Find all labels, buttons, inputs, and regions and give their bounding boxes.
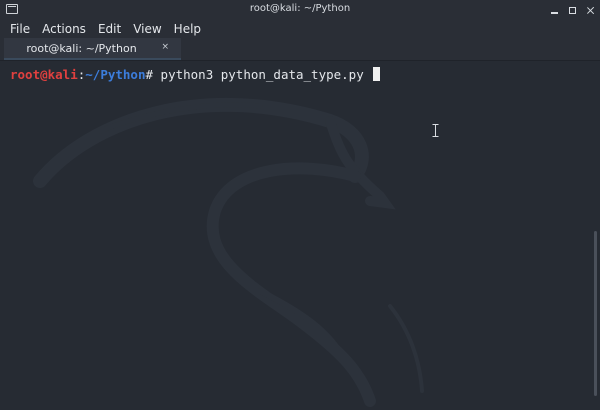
tab-bar: root@kali: ~/Python ×: [0, 38, 600, 60]
menu-actions[interactable]: Actions: [36, 20, 92, 38]
menu-view[interactable]: View: [127, 20, 167, 38]
kali-dragon-watermark-icon: [33, 97, 424, 407]
minimize-icon[interactable]: [549, 5, 560, 16]
tab-terminal-session[interactable]: root@kali: ~/Python ×: [4, 38, 181, 60]
menu-help[interactable]: Help: [168, 20, 207, 38]
terminal-window: root@kali: ~/Python File Actions Edit Vi…: [0, 0, 600, 410]
tab-label: root@kali: ~/Python: [26, 42, 137, 55]
menu-bar: File Actions Edit View Help: [0, 20, 600, 38]
close-window-icon[interactable]: [585, 5, 596, 16]
window-title: root@kali: ~/Python: [249, 3, 351, 14]
prompt-line: root@kali:~/Python# python3 python_data_…: [10, 67, 381, 83]
menu-edit[interactable]: Edit: [92, 20, 127, 38]
window-controls: [549, 2, 596, 18]
tab-close-icon[interactable]: ×: [161, 42, 169, 52]
scrollbar[interactable]: [594, 231, 597, 396]
prompt-symbol: #: [145, 67, 154, 82]
typed-command: python3 python_data_type.py: [153, 67, 372, 82]
text-cursor: [373, 67, 381, 81]
ibeam-cursor-icon: [432, 124, 439, 137]
maximize-icon[interactable]: [567, 5, 578, 16]
menu-file[interactable]: File: [4, 20, 36, 38]
prompt-path: ~/Python: [85, 67, 146, 82]
terminal-output-area[interactable]: root@kali:~/Python# python3 python_data_…: [0, 61, 600, 410]
prompt-user-host: root@kali: [10, 67, 78, 82]
title-bar[interactable]: root@kali: ~/Python: [0, 0, 600, 20]
